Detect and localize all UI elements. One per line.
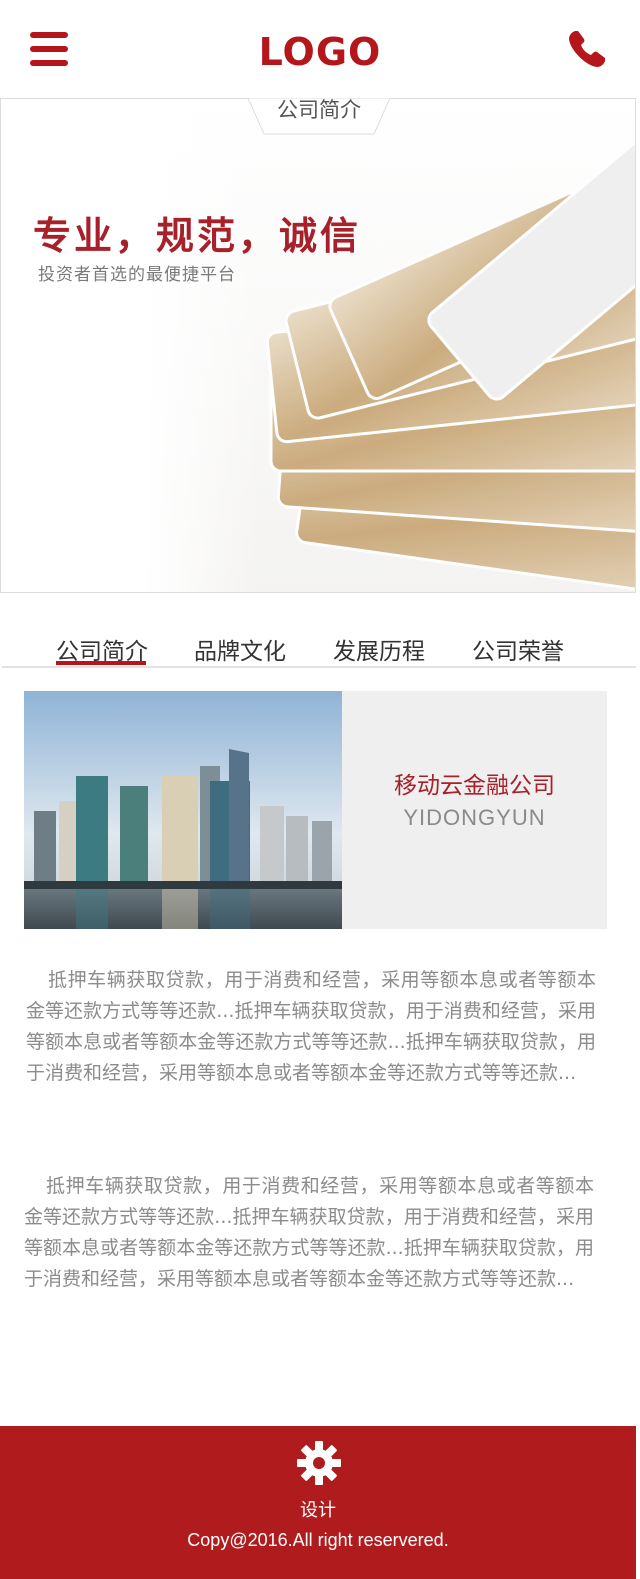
- phone-icon[interactable]: [566, 28, 608, 70]
- company-name-en: YIDONGYUN: [403, 805, 546, 830]
- intro-paragraph-1: 抵押车辆获取贷款，用于消费和经营，采用等额本息或者等额本金等还款方式等等还款..…: [26, 969, 596, 1084]
- header: LOGO: [0, 0, 640, 98]
- gear-icon[interactable]: [296, 1440, 342, 1486]
- tab-brand-culture[interactable]: 品牌文化: [194, 632, 286, 666]
- company-name: 移动云金融公司: [394, 773, 555, 799]
- tab-divider: [2, 666, 636, 668]
- footer-design-label[interactable]: 设计: [0, 1496, 636, 1522]
- intro-paragraph-2: 抵押车辆获取贷款，用于消费和经营，采用等额本息或者等额本金等还款方式等等还款..…: [24, 1175, 594, 1290]
- tab-active-indicator: [56, 661, 146, 665]
- logo[interactable]: LOGO: [0, 30, 640, 74]
- tab-history[interactable]: 发展历程: [333, 632, 425, 666]
- copyright-text: Copy@2016.All right reservered.: [187, 1530, 449, 1550]
- banner-headline: 专业，规范，诚信: [33, 214, 362, 258]
- banner-subline: 投资者首选的最便捷平台: [38, 265, 236, 285]
- city-skyline-image: [24, 691, 342, 929]
- banner-tab-label: 公司简介: [277, 98, 361, 122]
- banner-image: [0, 98, 636, 593]
- tab-honors[interactable]: 公司荣誉: [472, 632, 564, 666]
